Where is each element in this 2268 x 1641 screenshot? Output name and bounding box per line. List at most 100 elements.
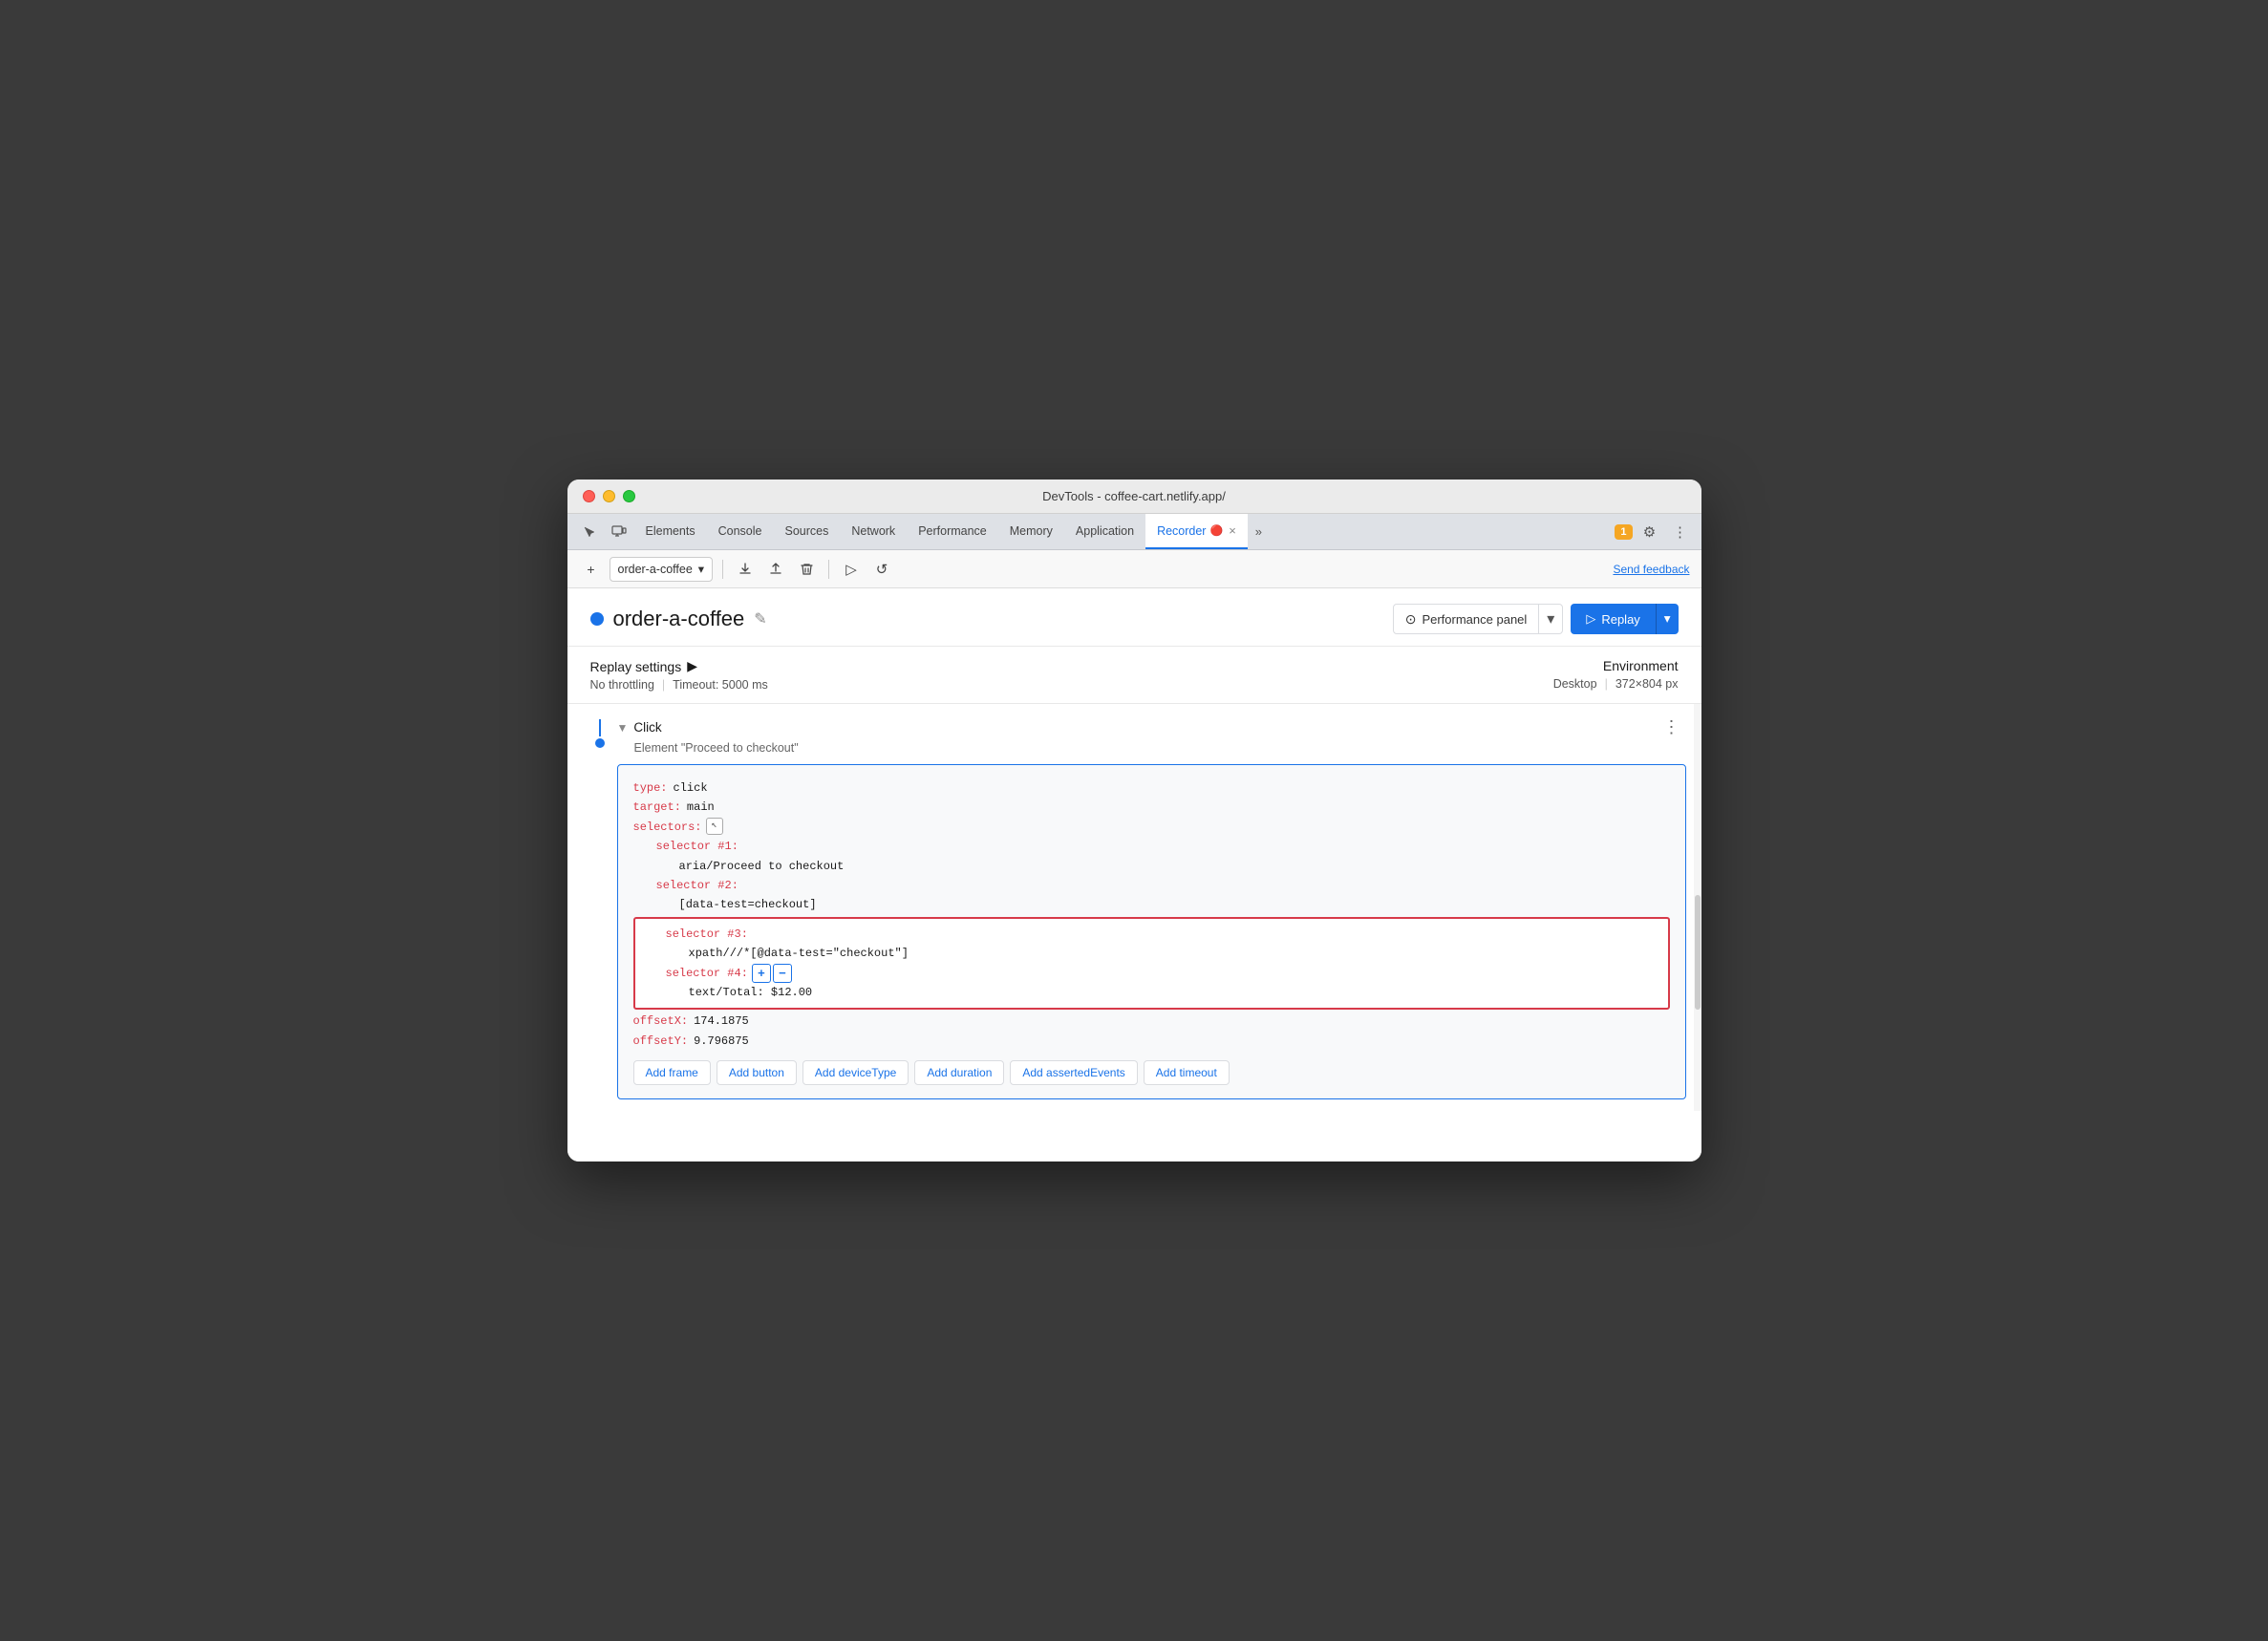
code-selector1-line: selector #1: [633,837,1670,856]
replay-button-group: ▷ Replay ▾ [1571,604,1678,634]
code-selector4-key: selector #4: [666,964,748,983]
performance-panel-button: ⊙ Performance panel ▾ [1393,604,1564,634]
send-feedback-link[interactable]: Send feedback [1613,563,1689,576]
add-devicetype-button[interactable]: Add deviceType [802,1060,909,1085]
code-selector2-val-line: [data-test=checkout] [633,895,1670,914]
play-recording-button[interactable]: ▷ [839,557,864,582]
throttling-value: No throttling [590,678,654,692]
code-offsetX-line: offsetX: 174.1875 [633,1012,1670,1031]
steps-content-wrapper: ▼ Click ⋮ Element "Proceed to checkout" … [567,704,1701,1111]
replay-settings-title[interactable]: Replay settings ▶ [590,658,768,674]
tab-console[interactable]: Console [707,514,774,549]
tabs-right-controls: 1 ⚙ ⋮ [1615,514,1693,549]
replay-label: Replay [1601,612,1639,627]
code-offsetY-line: offsetY: 9.796875 [633,1032,1670,1051]
step-title-row: ▼ Click ⋮ [617,715,1686,739]
add-frame-button[interactable]: Add frame [633,1060,711,1085]
code-selectors-line: selectors: ↖ [633,818,1670,837]
code-selector3-val-line: xpath///*[@data-test="checkout"] [643,944,1660,963]
edit-recording-name-icon[interactable]: ✎ [754,609,766,629]
add-assertedevents-button[interactable]: Add assertedEvents [1010,1060,1137,1085]
step-row: ▼ Click ⋮ Element "Proceed to checkout" … [567,712,1701,1103]
replay-recording-button[interactable]: ↺ [869,557,894,582]
resolution-value: 372×804 px [1615,677,1679,691]
recording-title-area: order-a-coffee ✎ [590,607,767,631]
replay-main-button[interactable]: ▷ Replay [1571,604,1656,634]
code-selector2-line: selector #2: [633,876,1670,895]
code-selector4-val: text/Total: $12.00 [689,983,813,1002]
step-subtitle: Element "Proceed to checkout" [617,741,1686,755]
window-title: DevTools - coffee-cart.netlify.app/ [1042,489,1226,503]
settings-section: Replay settings ▶ No throttling | Timeou… [567,647,1701,704]
environment-value: Desktop [1553,677,1597,691]
toolbar-divider-1 [722,560,723,579]
recording-name-label: order-a-coffee [618,563,693,576]
tab-elements[interactable]: Elements [634,514,707,549]
add-button-button[interactable]: Add button [717,1060,797,1085]
timeout-value: Timeout: 5000 ms [673,678,768,692]
export-button[interactable] [733,557,758,582]
selector-remove-button[interactable]: − [773,964,792,983]
devtools-window: DevTools - coffee-cart.netlify.app/ Elem… [567,480,1701,1161]
more-options-icon[interactable]: ⋮ [1667,519,1694,545]
scrollbar-thumb[interactable] [1695,895,1701,1010]
settings-right: Environment Desktop | 372×804 px [1553,658,1679,691]
recording-status-dot [590,612,604,626]
code-selector4-line: selector #4: + − [643,964,1660,983]
code-selector3-line: selector #3: [643,925,1660,944]
code-selector2-val: [data-test=checkout] [679,895,817,914]
step-dot [595,738,605,748]
step-line [599,719,601,736]
performance-panel-dropdown[interactable]: ▾ [1539,605,1562,633]
main-content: order-a-coffee ✎ ⊙ Performance panel ▾ ▷… [567,588,1701,1161]
minimize-button[interactable] [603,490,615,502]
settings-divider: | [662,678,665,692]
selector-add-button[interactable]: + [752,964,771,983]
new-recording-button[interactable]: + [579,557,604,582]
header-action-buttons: ⊙ Performance panel ▾ ▷ Replay ▾ [1393,604,1679,634]
cursor-icon[interactable] [575,514,604,549]
step-collapse-icon[interactable]: ▼ [617,721,629,735]
import-button[interactable] [763,557,788,582]
step-content: ▼ Click ⋮ Element "Proceed to checkout" … [617,715,1686,1099]
delete-button[interactable] [794,557,819,582]
perf-panel-label: Performance panel [1422,612,1527,627]
step-more-button[interactable]: ⋮ [1658,715,1686,739]
code-selector4-val-line: text/Total: $12.00 [643,983,1660,1002]
more-tabs-button[interactable]: » [1248,514,1270,549]
code-target-line: target: main [633,798,1670,817]
tab-memory[interactable]: Memory [998,514,1064,549]
fullscreen-button[interactable] [623,490,635,502]
recording-name-heading: order-a-coffee [613,607,745,631]
traffic-lights [583,490,635,502]
device-icon[interactable] [604,514,634,549]
scrollbar-track [1694,704,1701,1111]
toolbar-divider-2 [828,560,829,579]
replay-dropdown-button[interactable]: ▾ [1657,604,1679,634]
step-code-block: type: click target: main selectors: [617,764,1686,1099]
env-divider: | [1605,677,1608,691]
tab-sources[interactable]: Sources [773,514,840,549]
recording-selector[interactable]: order-a-coffee ▾ [610,557,714,582]
tab-performance[interactable]: Performance [907,514,998,549]
code-selector1-val-line: aria/Proceed to checkout [633,857,1670,876]
code-offsetY-val: 9.796875 [694,1032,749,1051]
tab-network[interactable]: Network [840,514,907,549]
add-duration-button[interactable]: Add duration [914,1060,1004,1085]
tab-recorder[interactable]: Recorder 🔴 × [1145,514,1248,549]
code-target-val: main [687,798,715,817]
code-selector2-key: selector #2: [656,876,738,895]
chevron-down-icon: ▾ [698,562,704,576]
settings-icon[interactable]: ⚙ [1637,519,1663,545]
code-selector1-key: selector #1: [656,837,738,856]
performance-panel-main[interactable]: ⊙ Performance panel [1394,605,1540,633]
selector-type-icon: ↖ [706,818,723,835]
add-timeout-button[interactable]: Add timeout [1144,1060,1230,1085]
step-action-buttons: Add frame Add button Add deviceType Add … [633,1060,1670,1085]
settings-info: No throttling | Timeout: 5000 ms [590,678,768,692]
tab-application[interactable]: Application [1064,514,1145,549]
close-button[interactable] [583,490,595,502]
perf-panel-icon: ⊙ [1405,611,1417,628]
code-offsetX-key: offsetX: [633,1012,689,1031]
code-type-val: click [674,778,708,798]
